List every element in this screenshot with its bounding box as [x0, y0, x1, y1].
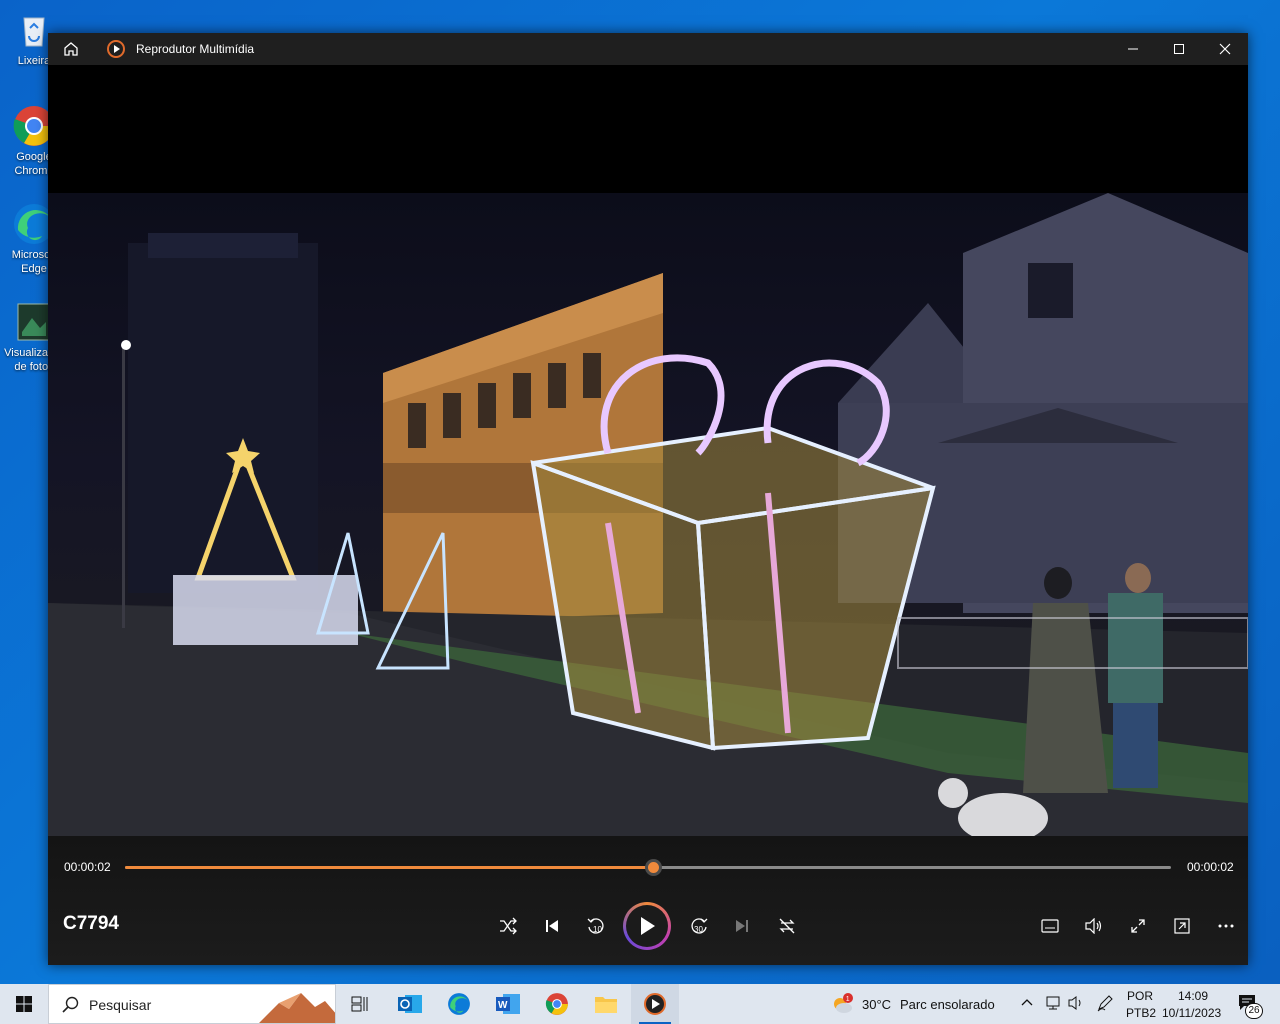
video-frame: [48, 193, 1248, 868]
title-bar: Reprodutor Multimídia: [48, 33, 1248, 65]
miniplayer-button[interactable]: [1165, 909, 1199, 943]
taskbar-word[interactable]: W: [484, 984, 532, 1024]
chrome-icon: [545, 993, 568, 1015]
taskbar-outlook[interactable]: [386, 984, 434, 1024]
volume-icon: [1085, 918, 1102, 934]
notification-count-badge: 26: [1245, 1003, 1263, 1019]
fullscreen-button[interactable]: [1121, 909, 1155, 943]
keyboard-layout[interactable]: PTB2: [1126, 1006, 1156, 1020]
current-time: 00:00:02: [64, 860, 111, 874]
weather-temperature[interactable]: 30°C: [862, 997, 891, 1012]
pen-icon[interactable]: [1096, 994, 1114, 1015]
seek-bar-progress: [125, 866, 654, 869]
outlook-icon: [398, 995, 422, 1013]
taskbar-search-box[interactable]: Pesquisar: [48, 984, 336, 1024]
search-highlight-icon: [259, 993, 335, 1023]
taskbar-file-explorer[interactable]: [582, 984, 630, 1024]
home-icon[interactable]: [62, 40, 80, 58]
shuffle-icon: [500, 917, 517, 935]
edge-icon: [448, 993, 470, 1015]
weather-description[interactable]: Parc ensolarado: [900, 997, 995, 1012]
maximize-icon: [1174, 44, 1184, 54]
weather-icon[interactable]: 1: [830, 992, 854, 1016]
total-time: 00:00:02: [1187, 860, 1234, 874]
miniplayer-icon: [1174, 918, 1190, 934]
media-player-icon: [644, 993, 666, 1015]
task-view-icon: [351, 996, 368, 1012]
chevron-up-icon[interactable]: [1020, 996, 1034, 1013]
language-code[interactable]: POR: [1127, 989, 1153, 1003]
search-placeholder: Pesquisar: [89, 997, 152, 1013]
previous-button[interactable]: [535, 909, 569, 943]
clock-date[interactable]: 10/11/2023: [1162, 1006, 1221, 1020]
task-view-button[interactable]: [336, 984, 384, 1024]
volume-button[interactable]: [1077, 909, 1111, 943]
seek-bar[interactable]: [125, 859, 1171, 876]
taskbar-media-player[interactable]: [631, 984, 679, 1024]
more-options-button[interactable]: [1209, 909, 1243, 943]
close-icon: [1219, 43, 1231, 55]
maximize-button[interactable]: [1156, 33, 1202, 65]
media-player-app-icon: [107, 40, 125, 58]
playback-controls: 00:00:02 00:00:02 C7794 10 30: [48, 836, 1248, 965]
forward-30-label: 30: [694, 925, 703, 934]
previous-icon: [546, 920, 558, 932]
rewind-10-label: 10: [593, 925, 602, 934]
weather-badge: 1: [846, 996, 850, 1003]
shuffle-button[interactable]: [491, 909, 525, 943]
folder-icon: [595, 997, 617, 1013]
play-button[interactable]: [623, 902, 671, 950]
taskbar: Pesquisar W 1 30°C Parc ensolarado POR P…: [0, 984, 1280, 1024]
windows-icon: [16, 996, 32, 1012]
close-button[interactable]: [1202, 33, 1248, 65]
taskbar-edge[interactable]: [435, 984, 483, 1024]
svg-text:W: W: [498, 1000, 508, 1011]
captions-icon: [1041, 919, 1059, 933]
captions-button[interactable]: [1033, 909, 1067, 943]
clock-time[interactable]: 14:09: [1178, 989, 1208, 1003]
minimize-button[interactable]: [1110, 33, 1156, 65]
seek-bar-thumb[interactable]: [645, 859, 663, 876]
minimize-icon: [1128, 48, 1138, 50]
rewind-10-icon: 10: [587, 918, 604, 934]
taskbar-chrome[interactable]: [533, 984, 581, 1024]
forward-30-button[interactable]: 30: [682, 909, 716, 943]
speaker-icon[interactable]: [1068, 995, 1084, 1014]
next-icon: [736, 920, 748, 932]
forward-30-icon: 30: [691, 918, 708, 934]
word-icon: W: [496, 994, 520, 1014]
fullscreen-icon: [1131, 919, 1145, 933]
next-button[interactable]: [725, 909, 759, 943]
network-icon[interactable]: [1044, 995, 1062, 1014]
play-icon: [641, 917, 655, 935]
window-title: Reprodutor Multimídia: [136, 42, 255, 56]
media-player-window: Reprodutor Multimídia 00:00:02 00:00:02 …: [48, 33, 1248, 965]
rewind-10-button[interactable]: 10: [579, 909, 613, 943]
more-icon: [1218, 924, 1234, 928]
repeat-icon: [779, 918, 795, 934]
video-area[interactable]: [48, 65, 1248, 868]
repeat-button[interactable]: [770, 909, 804, 943]
start-button[interactable]: [0, 984, 48, 1024]
search-icon: [62, 996, 79, 1013]
desktop-icon-label: Lixeira: [17, 55, 51, 67]
media-title: C7794: [63, 913, 119, 934]
